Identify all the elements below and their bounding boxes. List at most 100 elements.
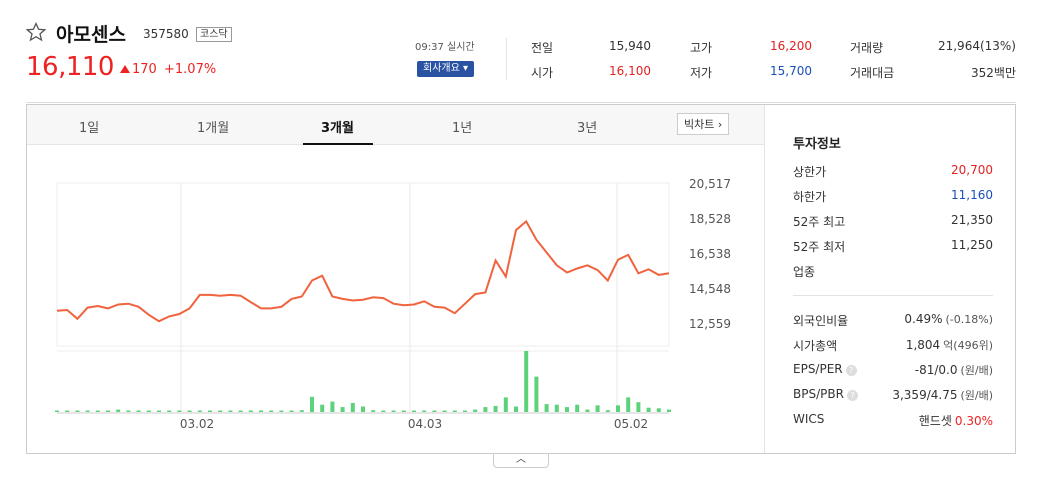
y-tick-label: 16,538 [689, 247, 731, 261]
volume-bar [473, 409, 478, 412]
volume-bar [238, 410, 243, 412]
investment-label-text: BPS/PBR [793, 387, 844, 401]
volume-bar [136, 410, 141, 412]
investment-label-text: 외국인비율 [793, 314, 849, 328]
volume-bar [248, 410, 253, 412]
stock-header: 아모센스 357580 코스닥 16,110 170 +1.07% 09:37 … [0, 0, 1050, 100]
investment-value: 21,350 [951, 213, 993, 227]
volume-bar [197, 410, 202, 412]
volume-bar [432, 410, 437, 412]
investment-value: 1,804 억(496위) [906, 337, 993, 353]
tab-1d[interactable]: 1일 [79, 117, 99, 136]
divider [506, 38, 507, 80]
help-icon[interactable]: ? [845, 365, 857, 376]
stat-label: 거래량 [850, 41, 884, 55]
investment-label: 시가총액 [793, 337, 837, 354]
volume-bar [146, 410, 151, 412]
volume-bar [65, 410, 70, 412]
tab-1y[interactable]: 1년 [452, 117, 472, 136]
price-change: 170 [120, 62, 157, 77]
investment-label: 52주 최저 [793, 240, 846, 254]
volume-bar [595, 405, 600, 412]
price-change-percent: +1.07% [164, 62, 217, 77]
volume-bar [534, 376, 539, 412]
investment-value-main: 3,359/4.75 [892, 388, 958, 402]
volume-bar [116, 409, 121, 412]
volume-bar [157, 410, 161, 412]
volume-bar [177, 410, 182, 412]
big-chart-button[interactable]: 빅차트 › [677, 113, 730, 135]
investment-label: 외국인비율 [793, 312, 848, 329]
price-line [56, 219, 670, 323]
volume-bar [626, 397, 631, 412]
current-price: 16,110 [26, 52, 114, 82]
volume-bar [279, 410, 284, 412]
volume-bar [605, 410, 610, 412]
y-tick-label: 20,517 [689, 177, 731, 191]
investment-value: 11,250 [951, 238, 993, 252]
investment-value-main: 핸드셋 [918, 414, 952, 428]
volume-bar [452, 410, 457, 412]
stat-value: 21,964(13%) [937, 39, 1016, 53]
volume-bar [187, 410, 192, 412]
investment-label: EPS/PER? [793, 362, 857, 376]
investment-value-main: -81/0.0 [914, 363, 958, 377]
volume-bar [514, 406, 518, 412]
market-badge: 코스닥 [196, 27, 232, 42]
volume-bar [126, 410, 131, 412]
tab-1m[interactable]: 1개월 [197, 117, 229, 136]
volume-bar [208, 410, 212, 412]
collapse-button[interactable]: ︿ [493, 454, 549, 468]
volume-bar [218, 410, 223, 412]
stat-label: 전일 [531, 41, 554, 55]
stat-label: 거래대금 [850, 66, 895, 80]
investment-value: 0.49% (-0.18%) [904, 312, 993, 326]
tab-3m[interactable]: 3개월 [321, 117, 354, 136]
volume-bar [259, 410, 263, 412]
volume-bar [401, 410, 406, 412]
volume-bar [575, 404, 580, 412]
investment-value-sub: (원/배) [960, 364, 993, 377]
plot-frame [56, 182, 670, 347]
active-tab-underline [303, 143, 373, 145]
volume-bar [636, 402, 641, 412]
volume-bar [463, 410, 467, 412]
volume-bar [95, 410, 100, 412]
price-change-value: 170 [132, 62, 157, 77]
volume-bar [310, 396, 314, 413]
company-overview-button[interactable]: 회사개요 ▾ [417, 61, 475, 77]
investment-value-sub: 억(496위) [943, 339, 993, 352]
investment-label: 하한가 [793, 190, 827, 204]
volume-bar [75, 410, 80, 412]
investment-label: WICS [793, 412, 824, 426]
investment-label-text: EPS/PER [793, 362, 843, 376]
investment-value-sub: 0.30% [954, 414, 993, 428]
investment-label: 상한가 [793, 165, 827, 179]
volume-bar [422, 410, 427, 412]
volume-bar [412, 410, 416, 412]
tab-3y[interactable]: 3년 [577, 117, 597, 136]
help-icon[interactable]: ? [846, 390, 858, 401]
volume-bar [585, 409, 590, 412]
chart-panel: 1일 1개월 3개월 1년 3년 빅차트 › 20,517 18,528 16,53… [26, 104, 1016, 454]
investment-value-main: 0.49% [904, 312, 943, 326]
volume-bar [544, 404, 549, 412]
big-chart-label: 빅차트 [684, 118, 715, 131]
volume-bar [554, 404, 559, 412]
volume-bar [646, 407, 651, 412]
stat-value: 15,700 [770, 64, 812, 78]
investment-label: 52주 최고 [793, 215, 846, 229]
volume-bar [656, 408, 661, 412]
investment-title: 투자정보 [793, 137, 841, 152]
volume-bar [320, 404, 325, 412]
investment-label-text: 시가총액 [793, 339, 838, 353]
investment-label-text: WICS [793, 412, 825, 426]
star-icon[interactable] [26, 22, 46, 42]
chevron-right-icon: › [717, 118, 723, 131]
stock-name: 아모센스 [56, 24, 126, 46]
realtime-label: 09:37 실시간 [415, 42, 475, 53]
investment-value-sub: (원/배) [960, 389, 993, 402]
stat-label: 고가 [690, 41, 713, 55]
investment-value: 11,160 [951, 188, 993, 202]
investment-value-main: 1,804 [905, 338, 941, 352]
